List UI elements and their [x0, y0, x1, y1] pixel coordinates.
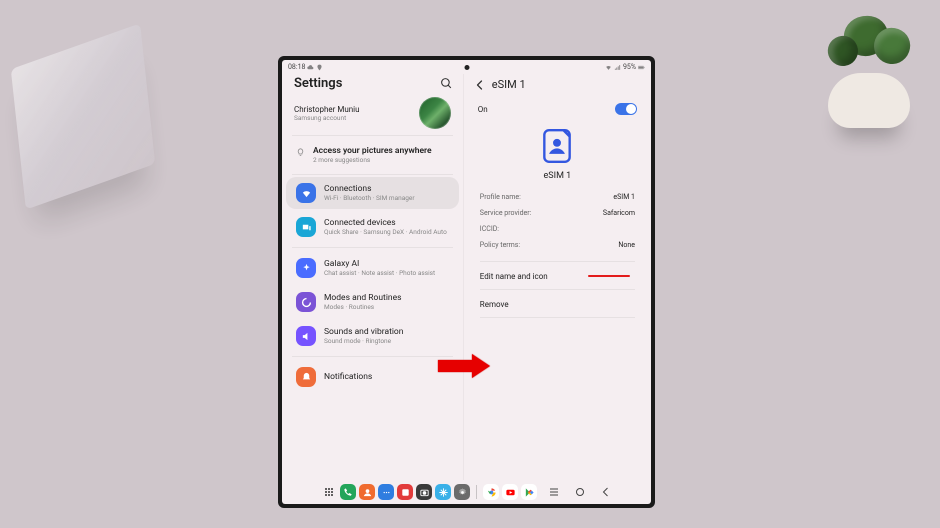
lightbulb-icon	[296, 148, 305, 157]
nav-back[interactable]	[600, 486, 612, 498]
wifi-icon	[296, 183, 316, 203]
detail-key: ICCID:	[480, 225, 499, 233]
item-label: Galaxy AI	[324, 259, 435, 269]
decorative-glass-cube	[11, 23, 155, 209]
taskbar	[282, 480, 651, 504]
item-label: Connections	[324, 184, 415, 194]
detail-row: Policy terms: None	[470, 237, 645, 253]
detail-value: eSIM 1	[613, 193, 635, 201]
taskbar-app-camera[interactable]	[416, 484, 432, 500]
settings-item-galaxy-ai[interactable]: Galaxy AI Chat assist · Note assist · Ph…	[286, 252, 459, 284]
detail-row: Service provider: Safaricom	[470, 205, 645, 221]
settings-item-connected-devices[interactable]: Connected devices Quick Share · Samsung …	[286, 211, 459, 243]
settings-item-sounds-and-vibration[interactable]: Sounds and vibration Sound mode · Ringto…	[286, 320, 459, 352]
taskbar-app-snow[interactable]	[435, 484, 451, 500]
detail-title: eSIM 1	[492, 78, 526, 91]
status-wifi-icon	[605, 64, 612, 71]
sim-toggle[interactable]	[615, 103, 637, 115]
detail-row: Profile name: eSIM 1	[470, 189, 645, 205]
annotation-underline	[588, 275, 630, 277]
detail-row: ICCID:	[470, 221, 645, 237]
status-cloud-icon	[307, 64, 314, 71]
back-icon[interactable]	[474, 79, 486, 91]
item-sub: Quick Share · Samsung DeX · Android Auto	[324, 228, 447, 236]
detail-key: Service provider:	[480, 209, 532, 217]
taskbar-app-contacts[interactable]	[359, 484, 375, 500]
sim-toggle-row[interactable]: On	[470, 97, 645, 121]
taskbar-app-settings[interactable]	[454, 484, 470, 500]
sim-name: eSIM 1	[544, 171, 572, 181]
nav-home[interactable]	[574, 486, 586, 498]
settings-master-pane: Settings Christopher Muniu Samsung accou…	[282, 74, 463, 480]
sim-toggle-label: On	[478, 105, 488, 114]
item-sub: Modes · Routines	[324, 303, 402, 311]
sim-card-icon	[538, 127, 576, 165]
app-drawer-button[interactable]	[321, 484, 337, 500]
notif-icon	[296, 367, 316, 387]
taskbar-app-youtube[interactable]	[502, 484, 518, 500]
suggestion-card[interactable]: Access your pictures anywhere 2 more sug…	[282, 136, 463, 174]
detail-value: Safaricom	[603, 209, 635, 217]
item-sub: Wi-Fi · Bluetooth · SIM manager	[324, 194, 415, 202]
status-battery-icon	[638, 64, 645, 71]
detail-value: None	[618, 241, 635, 249]
taskbar-app-gallery[interactable]	[397, 484, 413, 500]
routines-icon	[296, 292, 316, 312]
settings-item-connections[interactable]: Connections Wi-Fi · Bluetooth · SIM mana…	[286, 177, 459, 209]
item-label: Sounds and vibration	[324, 327, 403, 337]
remove-action[interactable]: Remove	[470, 290, 645, 317]
item-label: Modes and Routines	[324, 293, 402, 303]
ai-icon	[296, 258, 316, 278]
account-name: Christopher Muniu	[294, 105, 360, 114]
nav-recent[interactable]	[548, 486, 560, 498]
item-label: Connected devices	[324, 218, 447, 228]
status-signal-icon	[614, 64, 621, 71]
status-battery-pct: 95%	[623, 63, 636, 71]
item-sub: Chat assist · Note assist · Photo assist	[324, 269, 435, 277]
settings-item-modes-and-routines[interactable]: Modes and Routines Modes · Routines	[286, 286, 459, 318]
front-camera	[464, 65, 469, 70]
esim-detail-pane: eSIM 1 On eSIM 1	[463, 74, 651, 480]
account-row[interactable]: Christopher Muniu Samsung account	[282, 93, 463, 135]
taskbar-app-chrome[interactable]	[483, 484, 499, 500]
item-sub: Sound mode · Ringtone	[324, 337, 403, 345]
account-avatar[interactable]	[419, 97, 451, 129]
suggestion-title: Access your pictures anywhere	[313, 146, 432, 156]
item-label: Notifications	[324, 372, 372, 382]
settings-title: Settings	[294, 76, 342, 91]
settings-item-notifications[interactable]: Notifications	[286, 361, 459, 393]
account-sub: Samsung account	[294, 114, 360, 122]
devices-icon	[296, 217, 316, 237]
device-frame: 08:18 95% Settings Christopher	[278, 56, 655, 508]
detail-key: Policy terms:	[480, 241, 520, 249]
status-location-icon	[316, 64, 323, 71]
sound-icon	[296, 326, 316, 346]
search-icon[interactable]	[440, 77, 453, 90]
taskbar-app-playstore[interactable]	[521, 484, 537, 500]
suggestion-sub: 2 more suggestions	[313, 156, 432, 164]
annotation-arrow	[438, 354, 490, 382]
decorative-plant	[808, 18, 928, 128]
detail-key: Profile name:	[480, 193, 521, 201]
taskbar-app-messages[interactable]	[378, 484, 394, 500]
taskbar-app-phone[interactable]	[340, 484, 356, 500]
status-time: 08:18	[288, 63, 305, 71]
